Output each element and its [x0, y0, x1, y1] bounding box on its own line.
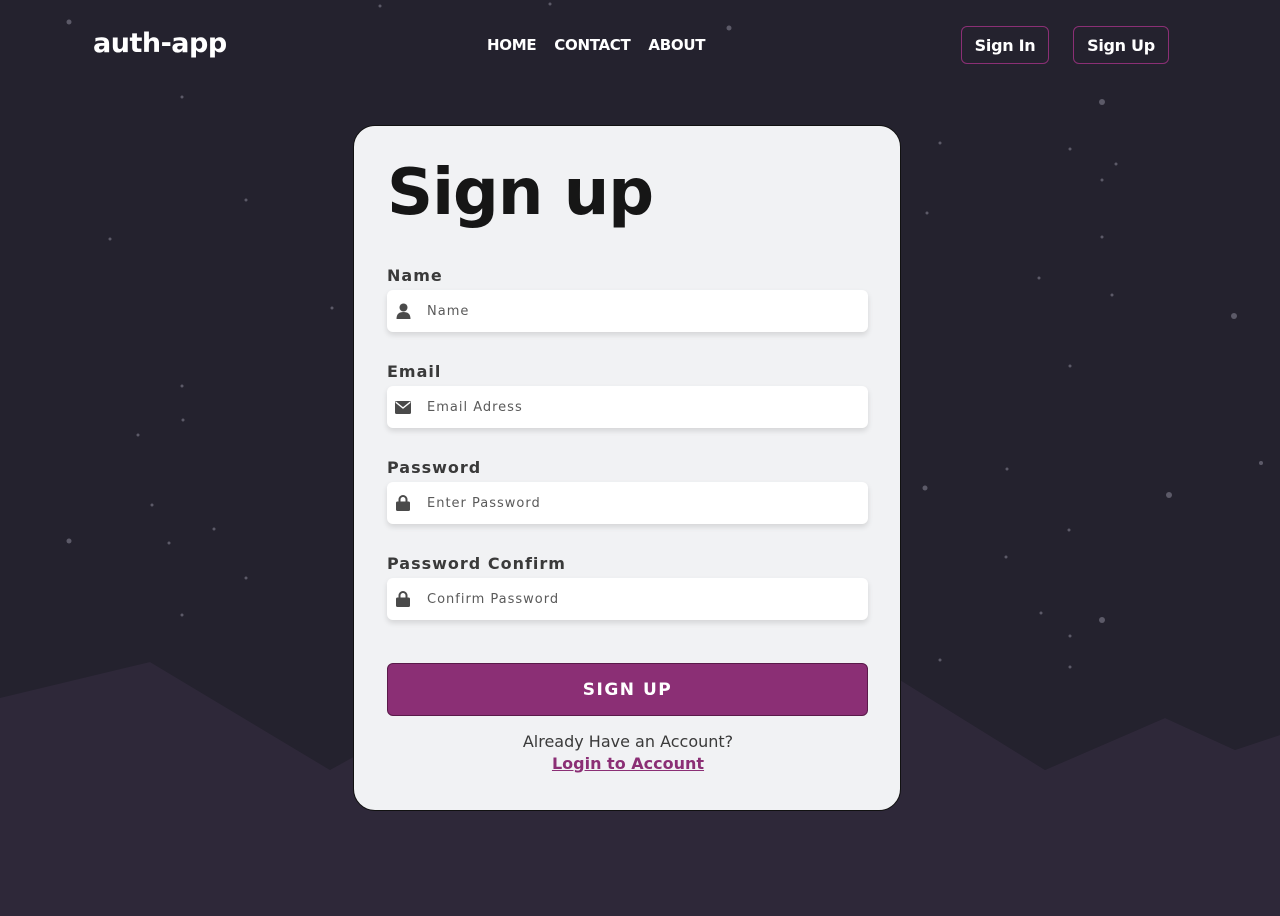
- name-field[interactable]: [387, 290, 868, 332]
- page-title: Sign up: [387, 156, 654, 230]
- logo[interactable]: auth-app: [93, 28, 227, 59]
- password-label: Password: [387, 458, 482, 477]
- email-field[interactable]: [387, 386, 868, 428]
- already-account-text: Already Have an Account?: [522, 732, 734, 751]
- user-icon: [395, 303, 411, 319]
- signup-card: Sign up Name Email Password Password Con…: [353, 125, 901, 811]
- password-confirm-field[interactable]: [387, 578, 868, 620]
- sign-up-nav-button[interactable]: Sign Up: [1073, 26, 1169, 64]
- main-nav: HOME CONTACT ABOUT: [487, 36, 705, 54]
- email-label: Email: [387, 362, 442, 381]
- nav-link-contact[interactable]: CONTACT: [554, 36, 630, 54]
- nav-link-about[interactable]: ABOUT: [648, 36, 705, 54]
- signup-submit-button[interactable]: SIGN UP: [387, 663, 868, 716]
- lock-icon: [395, 495, 411, 511]
- password-input[interactable]: [425, 482, 849, 524]
- envelope-icon: [395, 399, 411, 415]
- password-confirm-label: Password Confirm: [387, 554, 566, 573]
- login-link[interactable]: Login to Account: [354, 754, 902, 773]
- name-label: Name: [387, 266, 443, 285]
- email-input[interactable]: [425, 386, 849, 428]
- nav-link-home[interactable]: HOME: [487, 36, 537, 54]
- sign-in-button[interactable]: Sign In: [961, 26, 1049, 64]
- password-confirm-input[interactable]: [425, 578, 849, 620]
- lock-icon: [395, 591, 411, 607]
- password-field[interactable]: [387, 482, 868, 524]
- name-input[interactable]: [425, 290, 849, 332]
